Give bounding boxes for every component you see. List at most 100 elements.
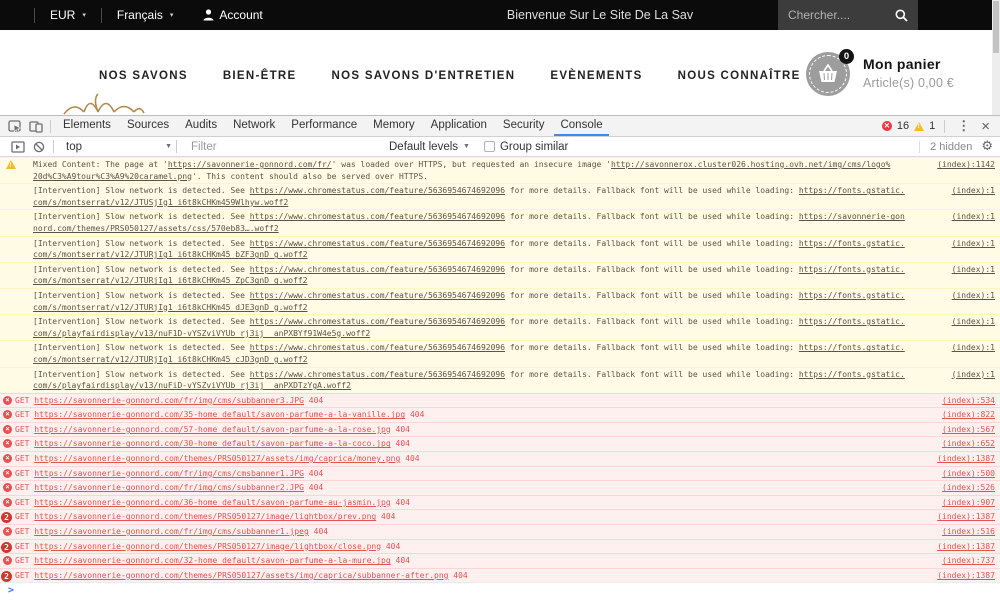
source-link[interactable]: (index):907 — [942, 496, 995, 510]
console-prompt[interactable]: > — [0, 582, 1000, 598]
currency-selector[interactable]: EUR ▾ — [34, 7, 101, 23]
nav-item-bien-tre[interactable]: BIEN-ÊTRE — [223, 70, 297, 82]
cart-widget[interactable]: 0 Mon panier Article(s) 0,00 € — [806, 49, 954, 96]
tab-performance[interactable]: Performance — [285, 116, 363, 136]
source-link[interactable]: (index):1387 — [937, 569, 995, 583]
console-link[interactable]: https://savonnerie-gonnord.com/fr/ — [168, 160, 332, 169]
device-toolbar-icon[interactable] — [25, 117, 46, 135]
request-url-link[interactable]: https://savonnerie-gonnord.com/themes/PR… — [34, 512, 376, 521]
request-url-link[interactable]: https://savonnerie-gonnord.com/fr/img/cm… — [34, 469, 304, 478]
source-link[interactable]: (index):1387 — [937, 540, 995, 554]
console-link[interactable]: https://www.chromestatus.com/feature/563… — [250, 343, 505, 352]
console-link[interactable]: https://www.chromestatus.com/feature/563… — [250, 317, 505, 326]
source-link[interactable]: (index):1387 — [937, 452, 995, 466]
console-link[interactable]: nord.com/themes/PRS050127/assets/css/570… — [33, 224, 279, 233]
console-link[interactable]: https://fonts.gstatic. — [799, 265, 905, 274]
tab-memory[interactable]: Memory — [367, 116, 421, 136]
console-link[interactable]: https://www.chromestatus.com/feature/563… — [250, 212, 505, 221]
search-input[interactable]: Chercher.... — [788, 8, 850, 22]
source-link[interactable]: (index):1387 — [937, 510, 995, 524]
nav-item-nous-conna-tre[interactable]: NOUS CONNAÎTRE — [678, 70, 801, 82]
console-link[interactable]: https://www.chromestatus.com/feature/563… — [250, 239, 505, 248]
request-url-link[interactable]: https://savonnerie-gonnord.com/fr/img/cm… — [34, 527, 309, 536]
log-levels-selector[interactable]: Default levels ▼ — [389, 141, 470, 153]
tab-audits[interactable]: Audits — [179, 116, 223, 136]
console-link[interactable]: com/s/playfairdisplay/v13/nuF1D-vYSZviVY… — [33, 329, 370, 338]
inspect-element-icon[interactable] — [4, 117, 25, 135]
kebab-menu-icon[interactable]: ⋮ — [954, 118, 973, 134]
source-link[interactable]: (index):1 — [952, 238, 995, 250]
source-link[interactable]: (index):534 — [942, 394, 995, 408]
clear-console-icon[interactable] — [28, 138, 49, 156]
console-link[interactable]: com/s/montserrat/v12/JTURjIg1_i6t8kCHKm4… — [33, 276, 308, 285]
page-scrollbar[interactable] — [992, 0, 1000, 115]
request-url-link[interactable]: https://savonnerie-gonnord.com/30-home_d… — [34, 439, 390, 448]
console-link[interactable]: https://fonts.gstatic. — [799, 370, 905, 379]
console-link[interactable]: https://fonts.gstatic. — [799, 186, 905, 195]
console-link[interactable]: com/s/playfairdisplay/v13/nuFiD-vYSZviVY… — [33, 381, 351, 390]
source-link[interactable]: (index):1 — [952, 316, 995, 328]
console-link[interactable]: https://www.chromestatus.com/feature/563… — [250, 370, 505, 379]
console-link[interactable]: com/s/montserrat/v12/JTURjIg1_i6t8kCHKm4… — [33, 250, 308, 259]
error-icon: × — [3, 556, 12, 566]
request-url-link[interactable]: https://savonnerie-gonnord.com/themes/PR… — [34, 454, 400, 463]
request-url-link[interactable]: https://savonnerie-gonnord.com/fr/img/cm… — [34, 396, 304, 405]
source-link[interactable]: (index):1 — [952, 211, 995, 223]
source-link[interactable]: (index):500 — [942, 467, 995, 481]
source-link[interactable]: (index):1 — [952, 290, 995, 302]
request-url-link[interactable]: https://savonnerie-gonnord.com/32-home_d… — [34, 556, 390, 565]
console-link[interactable]: 20d%C3%A9tour%C3%A9%20caramel.png — [33, 172, 192, 181]
source-link[interactable]: (index):567 — [942, 423, 995, 437]
nav-item-nos-savons-d-entretien[interactable]: NOS SAVONS D'ENTRETIEN — [332, 70, 516, 82]
hidden-messages-count[interactable]: 2 hidden — [919, 140, 981, 153]
search-box[interactable]: Chercher.... — [778, 0, 918, 30]
request-url-link[interactable]: https://savonnerie-gonnord.com/36-home_d… — [34, 498, 390, 507]
console-link[interactable]: https://savonnerie-gon — [799, 212, 905, 221]
language-selector[interactable]: Français ▾ — [100, 7, 189, 23]
source-link[interactable]: (index):652 — [942, 437, 995, 451]
console-link[interactable]: https://www.chromestatus.com/feature/563… — [250, 186, 505, 195]
console-link[interactable]: com/s/montserrat/v12/JTURjIg1_i6t8kCHKm4… — [33, 303, 308, 312]
request-url-link[interactable]: https://savonnerie-gonnord.com/fr/img/cm… — [34, 483, 304, 492]
tab-security[interactable]: Security — [497, 116, 551, 136]
source-link[interactable]: (index):526 — [942, 481, 995, 495]
console-link[interactable]: https://fonts.gstatic. — [799, 291, 905, 300]
cart-label[interactable]: Mon panier — [863, 56, 954, 72]
scrollbar-thumb[interactable] — [993, 1, 999, 53]
tab-sources[interactable]: Sources — [121, 116, 175, 136]
context-selector[interactable]: top ▼ — [66, 141, 172, 153]
tab-console[interactable]: Console — [554, 116, 609, 136]
request-url-link[interactable]: https://savonnerie-gonnord.com/themes/PR… — [34, 542, 381, 551]
console-link[interactable]: https://fonts.gstatic. — [799, 317, 905, 326]
close-devtools-icon[interactable]: × — [978, 118, 993, 135]
console-link[interactable]: https://fonts.gstatic. — [799, 239, 905, 248]
request-url-link[interactable]: https://savonnerie-gonnord.com/35-home_d… — [34, 410, 405, 419]
source-link[interactable]: (index):822 — [942, 408, 995, 422]
tab-network[interactable]: Network — [227, 116, 281, 136]
nav-item-ev-nements[interactable]: EVÈNEMENTS — [550, 70, 642, 82]
console-link[interactable]: com/s/montserrat/v12/JTUSjIg1_i6t8kCHKm4… — [33, 198, 288, 207]
source-link[interactable]: (index):1 — [952, 185, 995, 197]
console-sidebar-icon[interactable] — [7, 138, 28, 156]
filter-input[interactable]: Filter — [191, 141, 385, 153]
console-link[interactable]: https://fonts.gstatic. — [799, 343, 905, 352]
tab-elements[interactable]: Elements — [57, 116, 117, 136]
source-link[interactable]: (index):737 — [942, 554, 995, 568]
source-link[interactable]: (index):516 — [942, 525, 995, 539]
group-similar-checkbox[interactable] — [483, 141, 495, 152]
nav-item-nos-savons[interactable]: NOS SAVONS — [99, 70, 188, 82]
source-link[interactable]: (index):1 — [952, 369, 995, 381]
console-link[interactable]: http://savonnerox.cluster026.hosting.ovh… — [611, 160, 890, 169]
console-settings-icon[interactable]: ⚙ — [981, 139, 993, 154]
search-icon[interactable] — [895, 9, 908, 22]
account-link[interactable]: Account — [188, 8, 277, 23]
tab-application[interactable]: Application — [425, 116, 493, 136]
console-link[interactable]: https://www.chromestatus.com/feature/563… — [250, 291, 505, 300]
console-link[interactable]: https://www.chromestatus.com/feature/563… — [250, 265, 505, 274]
source-link[interactable]: (index):1 — [952, 264, 995, 276]
console-link[interactable]: com/s/montserrat/v12/JTURjIg1_i6t8kCHKm4… — [33, 355, 308, 364]
source-link[interactable]: (index):1 — [952, 342, 995, 354]
source-link[interactable]: (index):1142 — [937, 159, 995, 171]
request-url-link[interactable]: https://savonnerie-gonnord.com/themes/PR… — [34, 571, 448, 580]
request-url-link[interactable]: https://savonnerie-gonnord.com/57-home_d… — [34, 425, 390, 434]
